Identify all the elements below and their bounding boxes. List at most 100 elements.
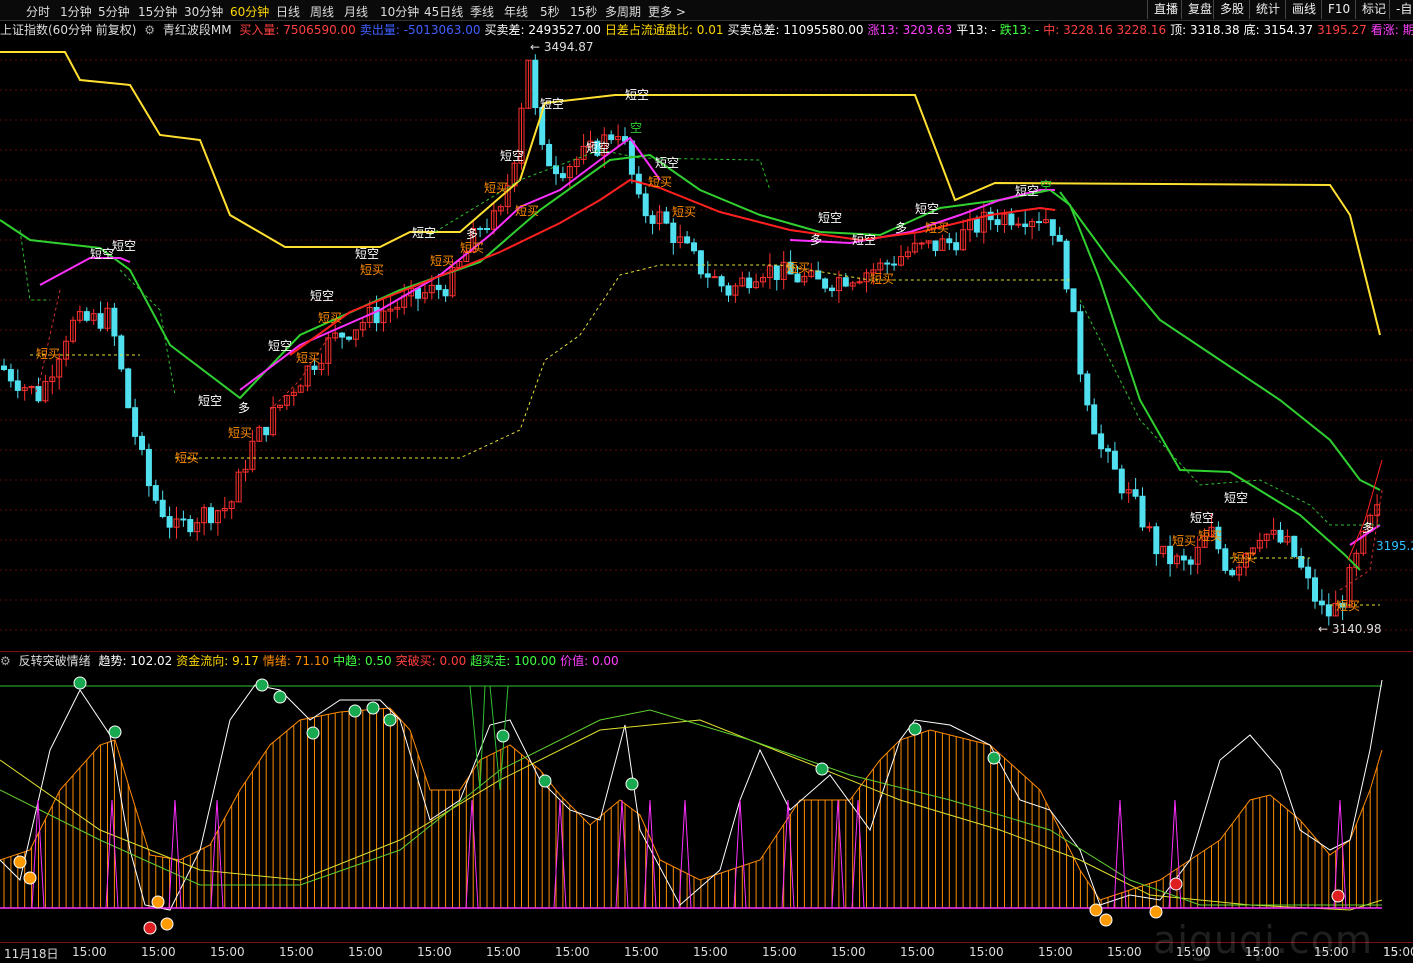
axis-last-label: 15 [1383, 945, 1399, 959]
candle-body [1036, 221, 1042, 224]
candle-body [1077, 311, 1084, 375]
indicator-item-3: 中趋: 0.50 [333, 654, 392, 668]
empty-marker-icon [366, 701, 380, 715]
candle-body [1063, 240, 1070, 290]
long-marker-icon [1331, 889, 1345, 903]
candle-body [1118, 468, 1125, 494]
axis-first-label: 11月18日 [4, 947, 59, 961]
indicator-item-6: 价值: 0.00 [560, 654, 619, 668]
candle-body [1153, 526, 1160, 555]
axis-tick: 15:00 [969, 945, 1004, 959]
empty-marker-icon [108, 725, 122, 739]
value-spike [1168, 799, 1182, 909]
axis-tick: 15:00 [279, 945, 314, 959]
candle-body [635, 173, 642, 195]
axis-tick: 15:00 [900, 945, 935, 959]
axis-tick: 15:00 [417, 945, 452, 959]
breakout-marker-icon [13, 855, 27, 869]
axis-tick: 15:00 [1107, 945, 1142, 959]
watermark-text: aiguqi.com [1153, 918, 1373, 962]
candle-body [1325, 604, 1332, 617]
candle-body [1098, 433, 1105, 450]
empty-marker-icon [908, 722, 922, 736]
value-spike [851, 799, 865, 909]
candle-body [1015, 223, 1022, 226]
candle-body [1277, 529, 1284, 543]
empty-marker-icon [987, 751, 1001, 765]
candle-body [1180, 555, 1187, 561]
candle-body [139, 435, 145, 450]
signal-label: 短买 [672, 205, 696, 219]
signal-label: 空 [1040, 179, 1052, 193]
axis-tick: 15:00 [348, 945, 383, 959]
signal-label: 短买 [1198, 529, 1222, 543]
breakout-marker-icon [1089, 903, 1103, 917]
price-chart[interactable]: ← 3494.87← 3140.983195.2短空短空短买短空短买短买多短空短… [0, 0, 1413, 962]
empty-marker-icon [273, 690, 287, 704]
candle-body [1132, 489, 1139, 497]
empty-marker-icon [255, 678, 269, 692]
candle-body [1008, 213, 1015, 226]
candle-body [815, 270, 822, 280]
candle-body [1187, 559, 1194, 565]
candle-body [339, 332, 346, 338]
candle-body [642, 193, 649, 217]
signal-label: 短空 [915, 202, 939, 216]
price-current-label: 3195.2 [1376, 539, 1413, 553]
candle-body [263, 426, 270, 436]
empty-marker-icon [815, 762, 829, 776]
signal-label: 短空 [625, 88, 649, 102]
breakout-marker-icon [23, 871, 37, 885]
candle-body [559, 173, 566, 179]
candle-body [891, 263, 898, 266]
indicator-title[interactable]: 反转突破情绪 [19, 654, 91, 668]
candle-body [546, 143, 553, 167]
breakout-marker-icon [151, 895, 165, 909]
signal-label: 多 [466, 227, 478, 241]
candle-body [477, 227, 484, 230]
candle-body [1056, 234, 1063, 242]
signal-label: 多 [810, 233, 822, 247]
candle-body [166, 516, 173, 528]
candle-body [35, 386, 42, 402]
empty-marker-icon [73, 676, 87, 690]
signal-label: 短买 [430, 254, 454, 268]
candle-body [208, 507, 214, 524]
axis-tick: 15:00 [486, 945, 521, 959]
empty-marker-icon [348, 704, 362, 718]
candle-body [1022, 223, 1029, 227]
signal-label: 短空 [355, 247, 379, 261]
empty-marker-icon [496, 729, 510, 743]
price-low-label: ← 3140.98 [1318, 622, 1382, 636]
candle-body [946, 238, 953, 244]
empty-marker-icon [625, 777, 639, 791]
signal-label: 短空 [818, 211, 842, 225]
candle-body [97, 313, 104, 329]
candle-body [1091, 404, 1098, 435]
candle-body [442, 289, 449, 297]
signal-label: 短买 [1232, 551, 1256, 565]
candle-body [311, 365, 318, 370]
candle-body [822, 278, 829, 289]
candle-body [718, 276, 725, 287]
axis-tick: 15:00 [555, 945, 590, 959]
signal-label: 短买 [484, 181, 508, 195]
candle-body [1070, 288, 1077, 313]
axis-tick: 15:00 [762, 945, 797, 959]
candle-body [884, 262, 891, 265]
candle-body [1049, 219, 1056, 236]
candle-body [746, 277, 753, 289]
candle-body [842, 277, 849, 287]
indicator-item-4: 突破买: 0.00 [395, 654, 467, 668]
candle-body [1318, 600, 1325, 606]
signal-label: 短空 [310, 289, 334, 303]
signal-label: 多 [1362, 521, 1374, 535]
signal-label: 短买 [175, 451, 199, 465]
signal-label: 短买 [648, 175, 672, 189]
candle-body [649, 215, 656, 224]
candle-body [1229, 569, 1236, 576]
candle-body [932, 240, 939, 251]
indicator-gear-icon[interactable]: ⚙ [0, 654, 11, 668]
candle-body [773, 265, 780, 280]
empty-marker-icon [306, 726, 320, 740]
